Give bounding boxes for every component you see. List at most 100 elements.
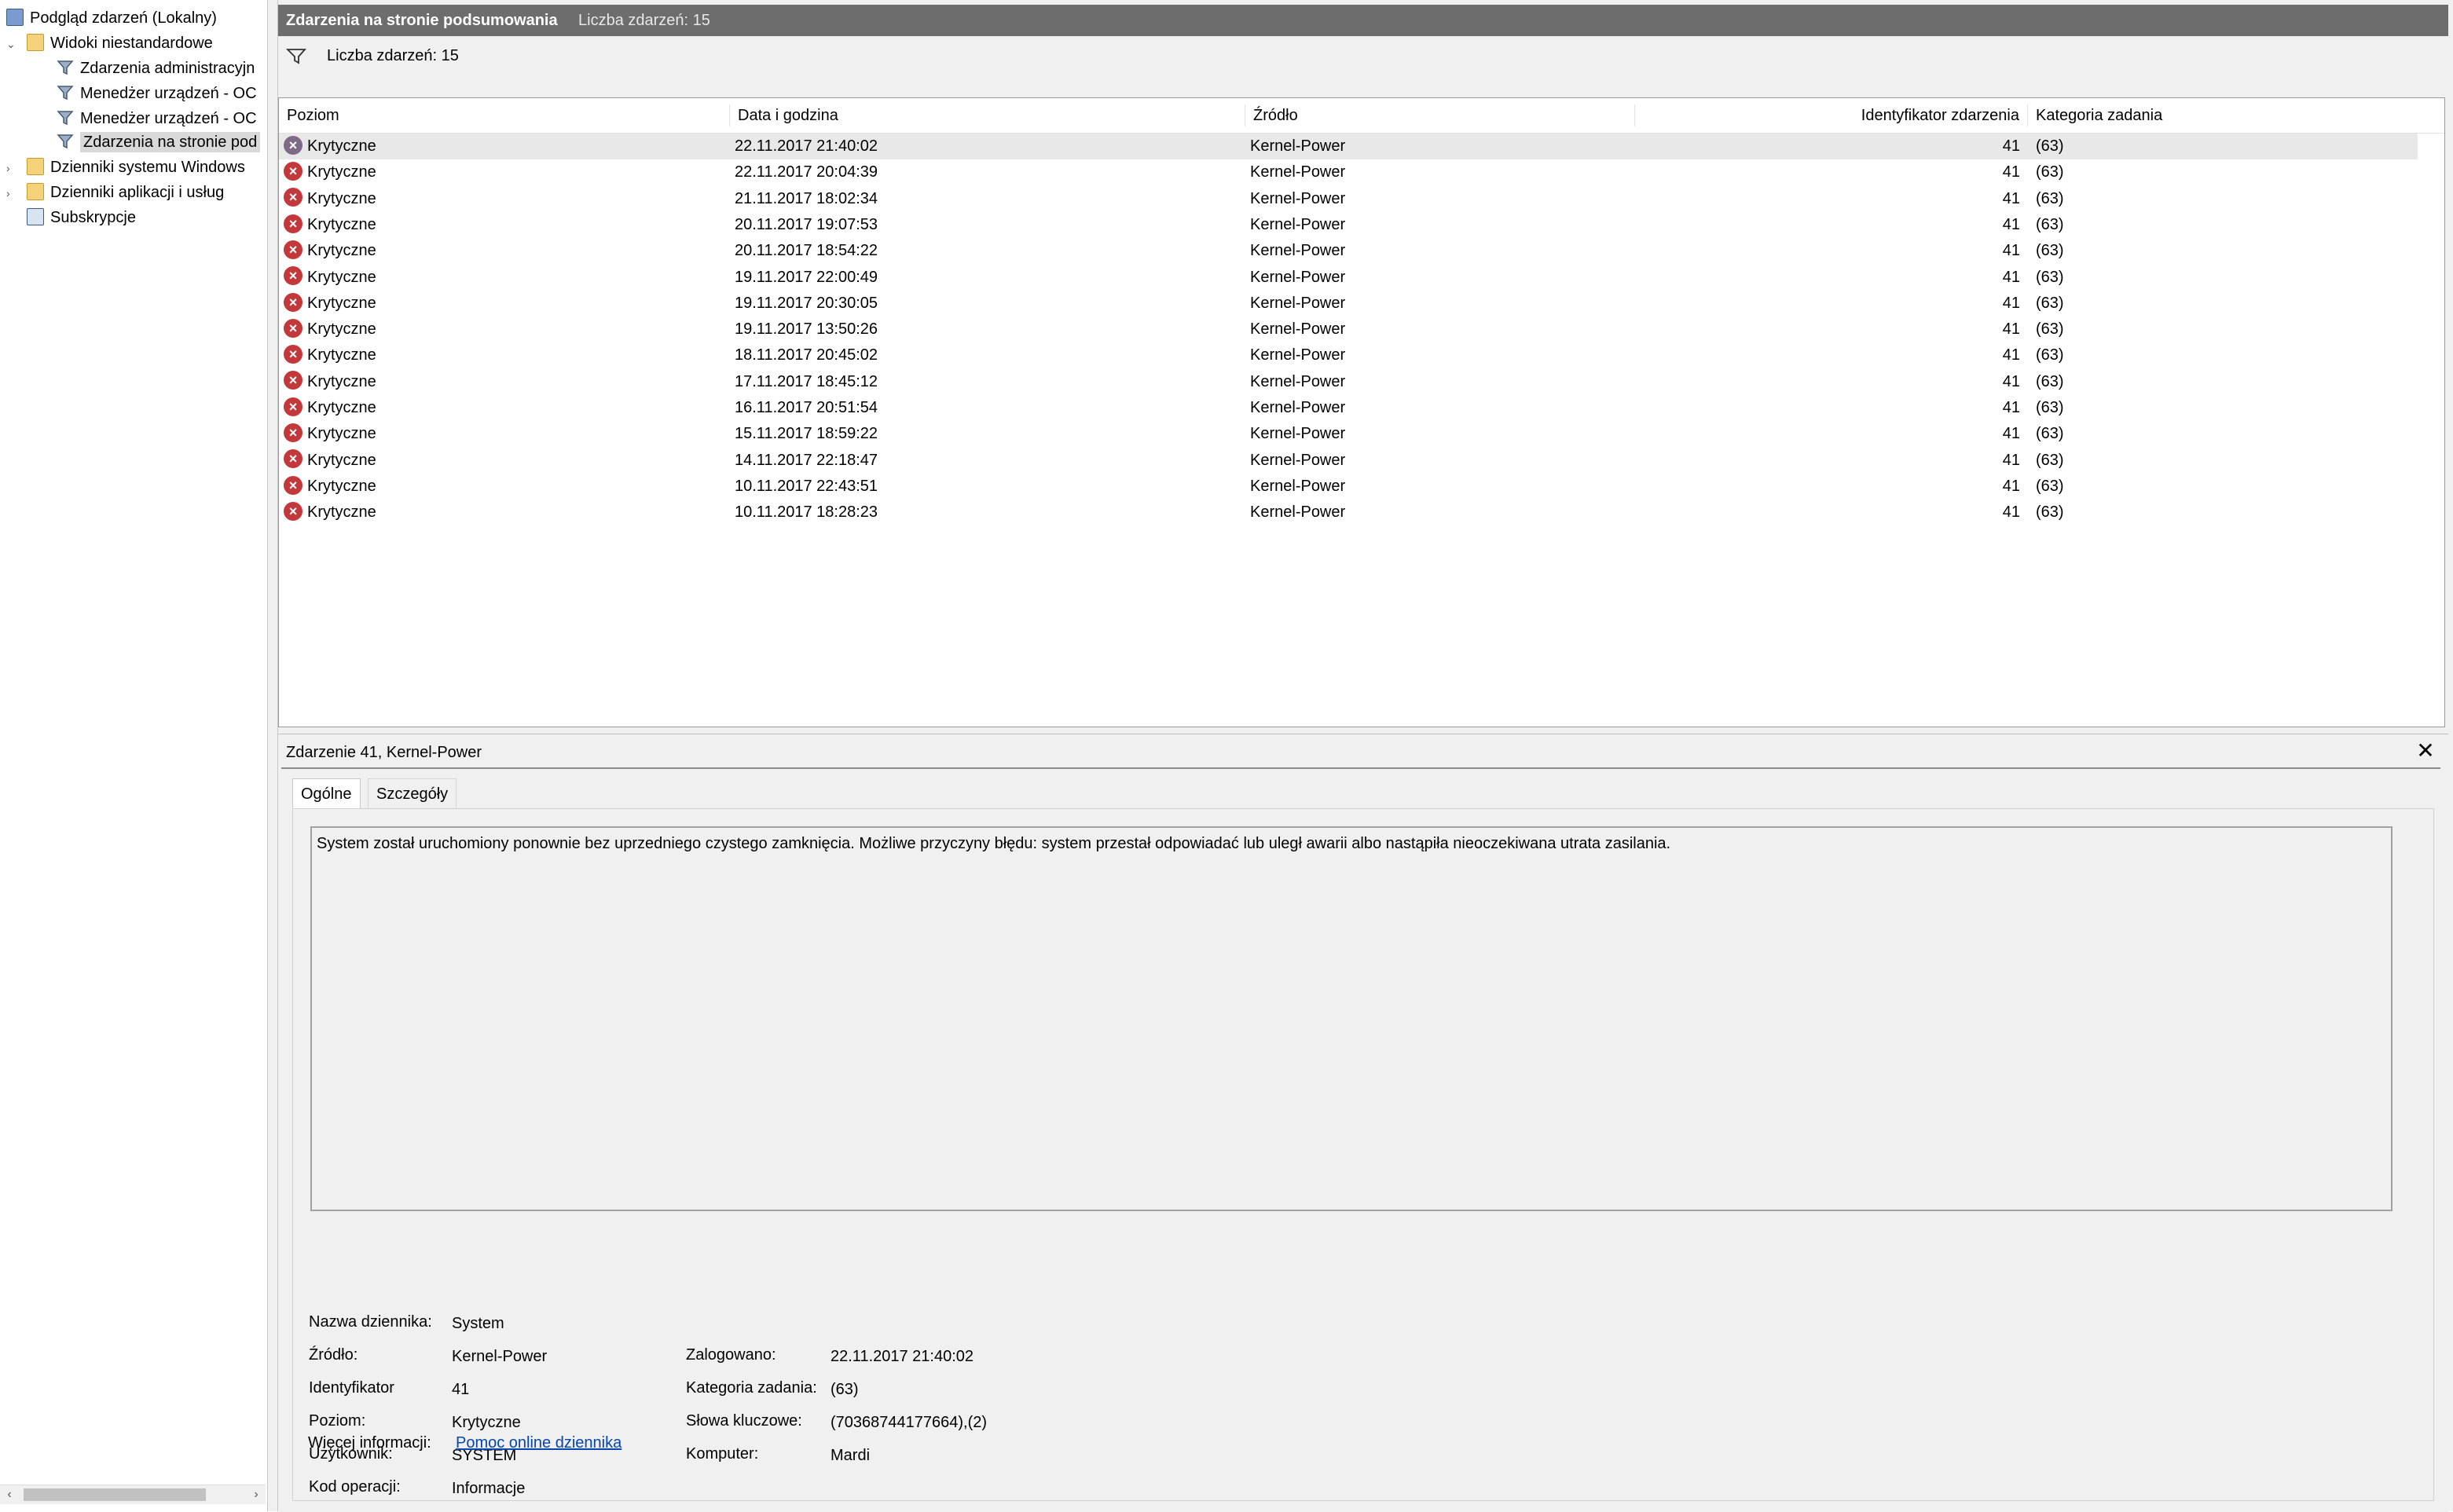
filter-icon[interactable]: [285, 47, 307, 66]
column-header-source[interactable]: Źródło: [1245, 104, 1635, 126]
source-cell: Kernel-Power: [1250, 346, 1346, 364]
filter-icon: [57, 133, 74, 150]
table-row[interactable]: × Krytyczne 22.11.2017 20:04:39 Kernel-Powe…: [279, 159, 2418, 185]
event-id-cell: 41: [2002, 294, 2020, 312]
chevron-right-icon[interactable]: ›: [6, 156, 17, 180]
event-id-cell: 41: [2002, 372, 2020, 390]
task-category-cell: (63): [2036, 294, 2064, 312]
error-icon: ×: [284, 501, 302, 521]
date-cell: 10.11.2017 22:43:51: [735, 477, 878, 495]
table-row[interactable]: × Krytyczne 20.11.2017 18:54:22 Kernel-Powe…: [279, 238, 2418, 264]
filter-bar: Liczba zdarzeń: 15: [278, 39, 2448, 94]
scroll-left-icon[interactable]: ‹: [0, 1485, 19, 1504]
table-row[interactable]: × Krytyczne 14.11.2017 22:18:47 Kernel-Powe…: [279, 448, 2418, 474]
source-cell: Kernel-Power: [1250, 451, 1346, 469]
event-id-cell: 41: [2002, 503, 2020, 522]
table-row[interactable]: × Krytyczne 20.11.2017 19:07:53 Kernel-Powe…: [279, 212, 2418, 238]
event-description[interactable]: System został uruchomiony ponownie bez u…: [310, 826, 2392, 1211]
table-row[interactable]: × Krytyczne 22.11.2017 21:40:02 Kernel-Powe…: [279, 134, 2418, 159]
event-id-cell: 41: [2002, 215, 2020, 233]
level-cell: × Krytyczne: [284, 369, 376, 395]
task-category-cell: (63): [2036, 320, 2064, 339]
tree-item-view-summary[interactable]: Zdarzenia na stronie pod: [57, 130, 261, 154]
column-header-level[interactable]: Poziom: [279, 104, 730, 126]
tree-item-app-logs[interactable]: › Dzienniki aplikacji i usług: [6, 181, 224, 204]
date-cell: 19.11.2017 20:30:05: [735, 294, 878, 312]
table-row[interactable]: × Krytyczne 10.11.2017 18:28:23 Kernel-Powe…: [279, 500, 2418, 525]
level-cell: × Krytyczne: [284, 342, 376, 368]
source-cell: Kernel-Power: [1250, 163, 1346, 181]
source-cell: Kernel-Power: [1250, 399, 1346, 416]
level-cell: × Krytyczne: [284, 474, 376, 500]
table-row[interactable]: × Krytyczne 10.11.2017 22:43:51 Kernel-Powe…: [279, 474, 2418, 500]
table-row[interactable]: × Krytyczne 21.11.2017 18:02:34 Kernel-Powe…: [279, 186, 2418, 212]
source-cell: Kernel-Power: [1250, 137, 1346, 155]
level-cell: × Krytyczne: [284, 212, 376, 238]
source-cell: Kernel-Power: [1250, 189, 1346, 207]
date-cell: 19.11.2017 22:00:49: [735, 268, 878, 286]
source-cell: Kernel-Power: [1250, 215, 1346, 233]
source-cell: Kernel-Power: [1250, 503, 1346, 522]
level-cell: × Krytyczne: [284, 134, 376, 159]
task-category-cell: (63): [2036, 451, 2064, 469]
chevron-down-icon[interactable]: ⌄: [6, 32, 17, 56]
table-row[interactable]: × Krytyczne 16.11.2017 20:51:54 Kernel-Powe…: [279, 395, 2418, 421]
tree-item-view-device-1[interactable]: Menedżer urządzeń - OC: [57, 82, 257, 105]
view-event-count: Liczba zdarzeń: 15: [578, 12, 710, 29]
log-name-value: System: [452, 1315, 504, 1332]
logged-label: Zalogowano:: [686, 1346, 776, 1364]
table-row[interactable]: × Krytyczne 19.11.2017 22:00:49 Kernel-Powe…: [279, 265, 2418, 291]
table-row[interactable]: × Krytyczne 18.11.2017 20:45:02 Kernel-Powe…: [279, 342, 2418, 368]
date-cell: 18.11.2017 20:45:02: [735, 346, 878, 364]
task-category-cell: (63): [2036, 189, 2064, 207]
task-category-cell: (63): [2036, 163, 2064, 181]
tree-item-root[interactable]: Podgląd zdarzeń (Lokalny): [6, 6, 217, 30]
table-row[interactable]: × Krytyczne 19.11.2017 13:50:26 Kernel-Powe…: [279, 317, 2418, 342]
tree-item-label: Dzienniki systemu Windows: [50, 159, 245, 176]
date-cell: 10.11.2017 18:28:23: [735, 503, 878, 522]
tree-item-windows-logs[interactable]: › Dzienniki systemu Windows: [6, 156, 245, 179]
filter-icon: [57, 84, 74, 101]
tree-item-label: Zdarzenia na stronie pod: [80, 132, 261, 152]
subscriptions-icon: [27, 207, 44, 225]
tab-general[interactable]: Ogólne: [292, 778, 361, 808]
tab-details[interactable]: Szczegóły: [368, 778, 457, 808]
table-row[interactable]: × Krytyczne 15.11.2017 18:59:22 Kernel-Powe…: [279, 421, 2418, 447]
scroll-right-icon[interactable]: ›: [247, 1485, 266, 1504]
tab-general-content: System został uruchomiony ponownie bez u…: [292, 808, 2434, 1501]
event-id-cell: 41: [2002, 268, 2020, 286]
error-icon: ×: [284, 188, 302, 207]
chevron-right-icon[interactable]: ›: [6, 181, 17, 205]
table-row[interactable]: × Krytyczne 19.11.2017 20:30:05 Kernel-Powe…: [279, 291, 2418, 317]
column-header-event-id[interactable]: Identyfikator zdarzenia: [1635, 104, 2028, 126]
source-cell: Kernel-Power: [1250, 268, 1346, 286]
computer-value: Mardi: [830, 1447, 871, 1464]
tree-item-custom-views[interactable]: ⌄ Widoki niestandardowe: [6, 31, 213, 55]
close-icon[interactable]: ✕: [2414, 738, 2437, 764]
table-row[interactable]: × Krytyczne 17.11.2017 18:45:12 Kernel-Powe…: [279, 369, 2418, 395]
column-header-task-category[interactable]: Kategoria zadania: [2028, 104, 2444, 126]
level-cell: × Krytyczne: [284, 265, 376, 291]
folder-icon: [27, 182, 44, 200]
more-info-label: Więcej informacji:: [308, 1434, 431, 1452]
tree-horizontal-scrollbar[interactable]: ‹ ›: [0, 1485, 266, 1504]
tree-item-subscriptions[interactable]: Subskrypcje: [6, 206, 136, 229]
online-help-link[interactable]: Pomoc online dziennika: [456, 1434, 622, 1452]
event-id-label: Identyfikator: [309, 1379, 394, 1397]
level-text: Krytyczne: [307, 477, 376, 495]
date-cell: 20.11.2017 18:54:22: [735, 242, 878, 260]
column-header-date[interactable]: Data i godzina: [730, 104, 1245, 126]
view-title-bar: Zdarzenia na stronie podsumowania Liczba…: [278, 5, 2448, 36]
pane-splitter[interactable]: [268, 0, 278, 1511]
keywords-value: (70368744177664),(2): [830, 1414, 988, 1431]
main-pane: Zdarzenia na stronie podsumowania Liczba…: [278, 0, 2453, 1512]
tree-item-view-device-2[interactable]: Menedżer urządzeń - OC: [57, 107, 257, 130]
event-detail-pane: Zdarzenie 41, Kernel-Power ✕ Ogólne Szcz…: [278, 734, 2448, 1512]
level-text: Krytyczne: [307, 451, 376, 469]
error-icon: ×: [284, 449, 302, 469]
scrollbar-thumb[interactable]: [24, 1488, 206, 1501]
level-cell: × Krytyczne: [284, 500, 376, 525]
error-icon: ×: [284, 214, 302, 233]
tree-item-view-admin[interactable]: Zdarzenia administracyjn: [57, 57, 255, 80]
level-text: Krytyczne: [307, 163, 376, 181]
